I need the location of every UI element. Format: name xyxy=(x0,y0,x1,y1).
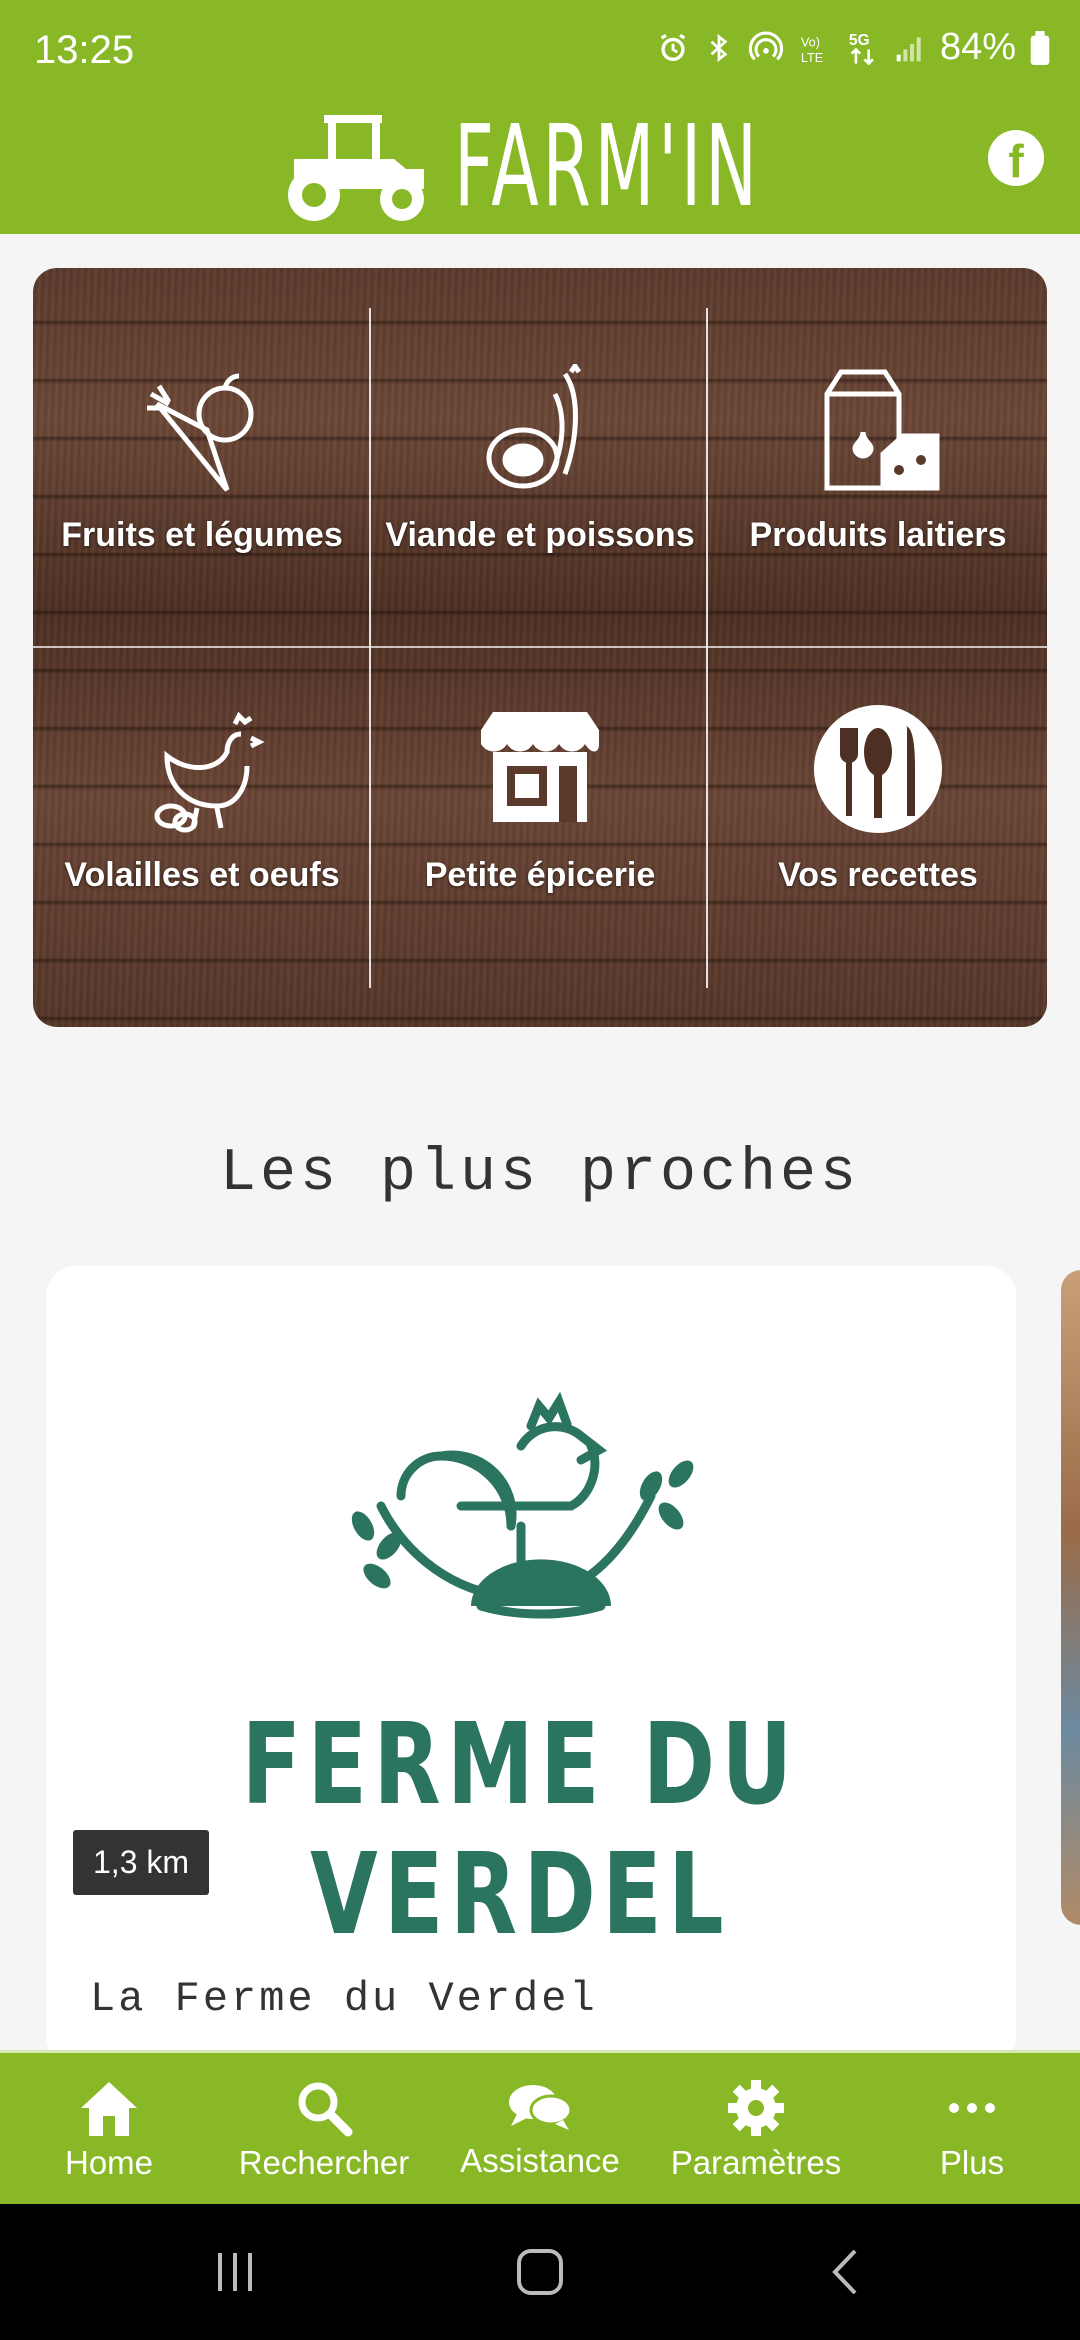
app-header: FARM'IN f xyxy=(0,100,1080,234)
nav-home[interactable]: Home xyxy=(30,2053,188,2207)
category-fruits-legumes[interactable]: Fruits et légumes xyxy=(33,268,371,605)
farm-logo-rooster xyxy=(351,1391,694,1619)
volte-icon: Vo)LTE xyxy=(801,34,823,65)
battery-percent: 84% xyxy=(939,26,1016,68)
dairy-icon xyxy=(824,369,940,491)
status-bar: 13:25 Vo) LTE 5G 84% xyxy=(0,0,1080,100)
5g-icon: 5G xyxy=(849,32,874,65)
category-produits-laitiers[interactable]: Produits laitiers xyxy=(709,268,1047,605)
category-label: Petite épicerie xyxy=(424,856,656,894)
chat-icon xyxy=(509,2085,573,2130)
back-icon xyxy=(832,2249,857,2295)
home-icon xyxy=(81,2082,137,2136)
poultry-eggs-icon xyxy=(154,711,265,833)
category-label: Vos recettes xyxy=(778,856,978,894)
category-label: Fruits et légumes xyxy=(61,516,343,554)
back-button[interactable] xyxy=(790,2204,900,2340)
nav-label: Rechercher xyxy=(238,2144,410,2181)
app-logo[interactable]: FARM'IN xyxy=(280,100,949,234)
app-title: FARM'IN xyxy=(454,102,761,232)
more-icon xyxy=(949,2103,995,2113)
category-label: Produits laitiers xyxy=(749,516,1007,554)
recents-icon xyxy=(218,2253,252,2291)
status-icons: Vo) LTE 5G 84% xyxy=(656,26,1050,69)
nav-label: Home xyxy=(64,2144,154,2181)
fruits-vegetables-icon xyxy=(147,373,254,492)
category-vos-recettes[interactable]: Vos recettes xyxy=(709,608,1047,945)
status-time: 13:25 xyxy=(34,28,135,72)
gear-icon xyxy=(728,2080,784,2136)
next-farm-card-peek[interactable] xyxy=(1061,1270,1080,1925)
home-square-icon xyxy=(517,2249,563,2295)
recipes-icon xyxy=(814,705,942,833)
nav-assistance[interactable]: Assistance xyxy=(440,2053,640,2207)
bluetooth-icon xyxy=(710,33,728,62)
tractor-icon xyxy=(288,115,424,221)
nav-label: Paramètres xyxy=(670,2144,842,2181)
nav-parametres[interactable]: Paramètres xyxy=(656,2053,856,2207)
svg-text:5G: 5G xyxy=(849,32,870,49)
system-nav-bar xyxy=(0,2204,1080,2340)
nav-plus[interactable]: Plus xyxy=(892,2053,1052,2207)
category-label: Volailles et oeufs xyxy=(64,856,340,894)
battery-icon xyxy=(1030,30,1050,65)
nav-rechercher[interactable]: Rechercher xyxy=(224,2053,424,2207)
category-grid: Fruits et légumes Viande et poissons Pro… xyxy=(33,268,1047,1027)
distance-badge: 1,3 km xyxy=(73,1830,210,1895)
svg-text:Vo): Vo) xyxy=(801,34,820,49)
signal-icon xyxy=(896,36,921,61)
farm-card-title[interactable]: La Ferme du Verdel xyxy=(90,1975,598,2023)
grocery-shop-icon xyxy=(481,712,599,822)
alarm-icon xyxy=(660,33,686,61)
category-petite-epicerie[interactable]: Petite épicerie xyxy=(371,608,709,945)
section-title: Les plus proches xyxy=(219,1140,861,1208)
hotspot-icon xyxy=(748,31,784,60)
home-button[interactable] xyxy=(480,2204,600,2340)
recents-button[interactable] xyxy=(180,2204,290,2340)
nav-label: Assistance xyxy=(460,2142,620,2179)
svg-text:LTE: LTE xyxy=(801,50,823,65)
bottom-nav: Home Rechercher Assistance Paramètres Pl… xyxy=(0,2050,1080,2207)
category-label: Viande et poissons xyxy=(385,516,695,554)
meat-fish-icon xyxy=(486,364,582,489)
search-icon xyxy=(298,2082,353,2137)
category-viande-poissons[interactable]: Viande et poissons xyxy=(371,268,709,605)
nav-label: Plus xyxy=(939,2144,1005,2181)
farm-logo-text: FERME DU VERDEL xyxy=(241,1700,799,1960)
category-volailles-oeufs[interactable]: Volailles et oeufs xyxy=(33,608,371,945)
facebook-icon[interactable]: f xyxy=(988,130,1044,187)
